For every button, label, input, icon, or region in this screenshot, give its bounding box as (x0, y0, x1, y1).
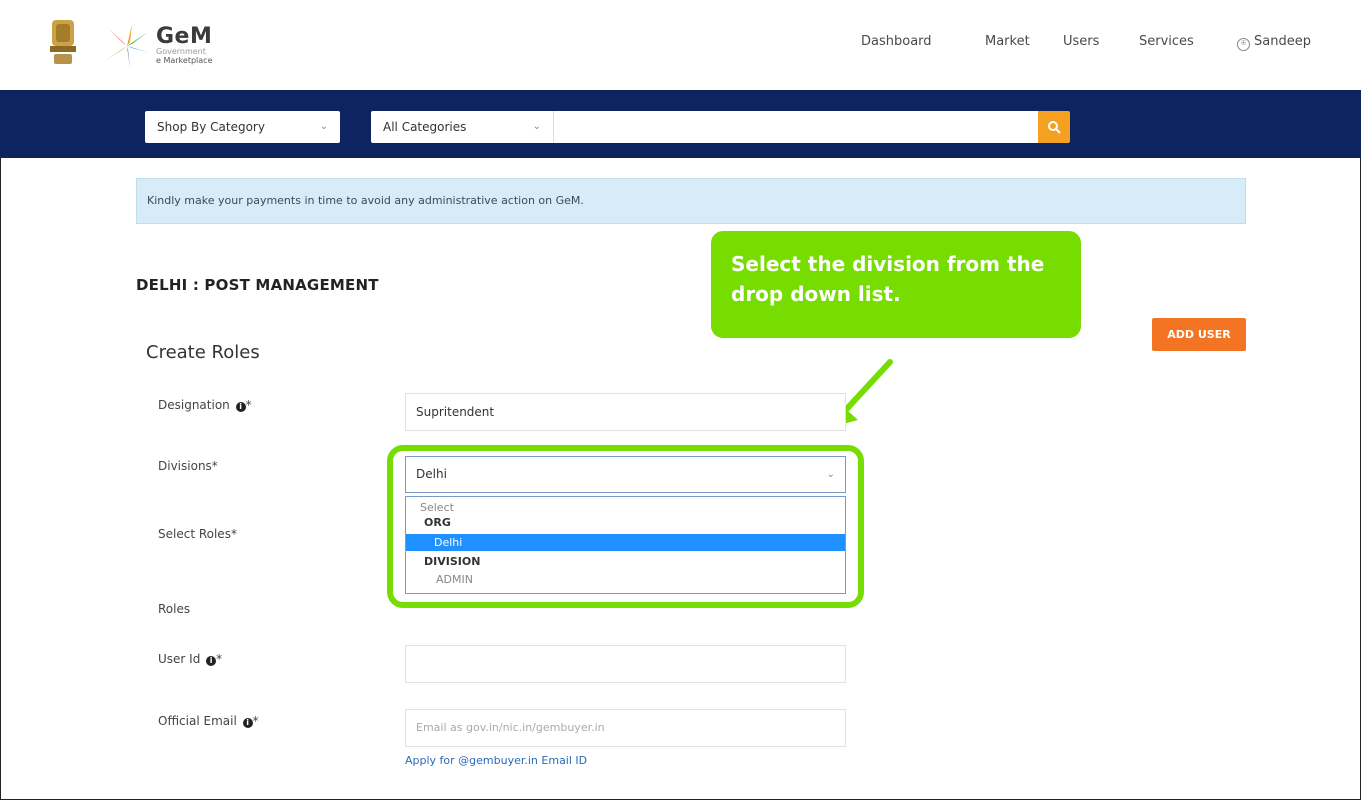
required-star: * (216, 652, 223, 666)
designation-field[interactable]: Supritendent (405, 393, 846, 431)
payment-notice: Kindly make your payments in time to avo… (136, 178, 1246, 224)
nav-dashboard[interactable]: Dashboard (861, 34, 932, 49)
shop-by-category-select[interactable]: Shop By Category ⌄ (145, 111, 340, 143)
info-icon: i (235, 402, 246, 412)
gem-logo-icon (106, 24, 148, 68)
required-star: * (252, 714, 259, 728)
divisions-label: Divisions* (158, 459, 218, 473)
dropdown-highlight-box (387, 445, 864, 608)
user-id-label: User Id i * (158, 652, 222, 666)
search-button[interactable] (1038, 111, 1070, 143)
page-title: DELHI : POST MANAGEMENT (136, 276, 379, 294)
search-input[interactable] (553, 111, 1038, 143)
chevron-down-icon: ⌄ (532, 121, 541, 132)
user-id-field[interactable] (405, 645, 846, 683)
roles-label: Roles (158, 602, 191, 616)
nav-market[interactable]: Market (985, 34, 1030, 49)
designation-label: Designation i * (158, 398, 252, 412)
shop-by-category-label: Shop By Category (157, 120, 265, 134)
brand-subtitle-1: Government (156, 47, 206, 56)
apply-gembuyer-email-link[interactable]: Apply for @gembuyer.in Email ID (405, 754, 587, 767)
brand-text: GeM Government e Marketplace (156, 24, 213, 65)
designation-label-text: Designation (158, 398, 230, 412)
all-categories-select[interactable]: All Categories ⌄ (371, 111, 553, 143)
official-email-field[interactable]: Email as gov.in/nic.in/gembuyer.in (405, 709, 846, 747)
select-roles-label: Select Roles* (158, 527, 237, 541)
official-email-label: Official Email i * (158, 714, 259, 728)
user-id-label-text: User Id (158, 652, 201, 666)
nav-username: Sandeep (1254, 34, 1311, 49)
top-header: GeM Government e Marketplace Dashboard M… (0, 0, 1361, 90)
info-icon: i (242, 718, 253, 728)
instruction-callout: Select the division from the drop down l… (711, 231, 1081, 338)
all-categories-label: All Categories (383, 120, 467, 134)
official-email-label-text: Official Email (158, 714, 237, 728)
nav-user-menu[interactable]: ⍟ Sandeep (1237, 34, 1311, 51)
section-title: Create Roles (146, 342, 260, 363)
nav-services[interactable]: Services (1139, 34, 1194, 49)
brand-subtitle-2: e Marketplace (156, 56, 213, 65)
brand-name: GeM (156, 24, 213, 49)
chevron-down-icon: ⌄ (319, 121, 328, 132)
required-star: * (245, 398, 252, 412)
national-emblem-icon (50, 20, 76, 64)
nav-users[interactable]: Users (1063, 34, 1099, 49)
add-user-button[interactable]: ADD USER (1152, 318, 1246, 351)
user-icon: ⍟ (1237, 38, 1250, 51)
info-icon: i (206, 656, 217, 666)
search-icon (1048, 121, 1061, 134)
